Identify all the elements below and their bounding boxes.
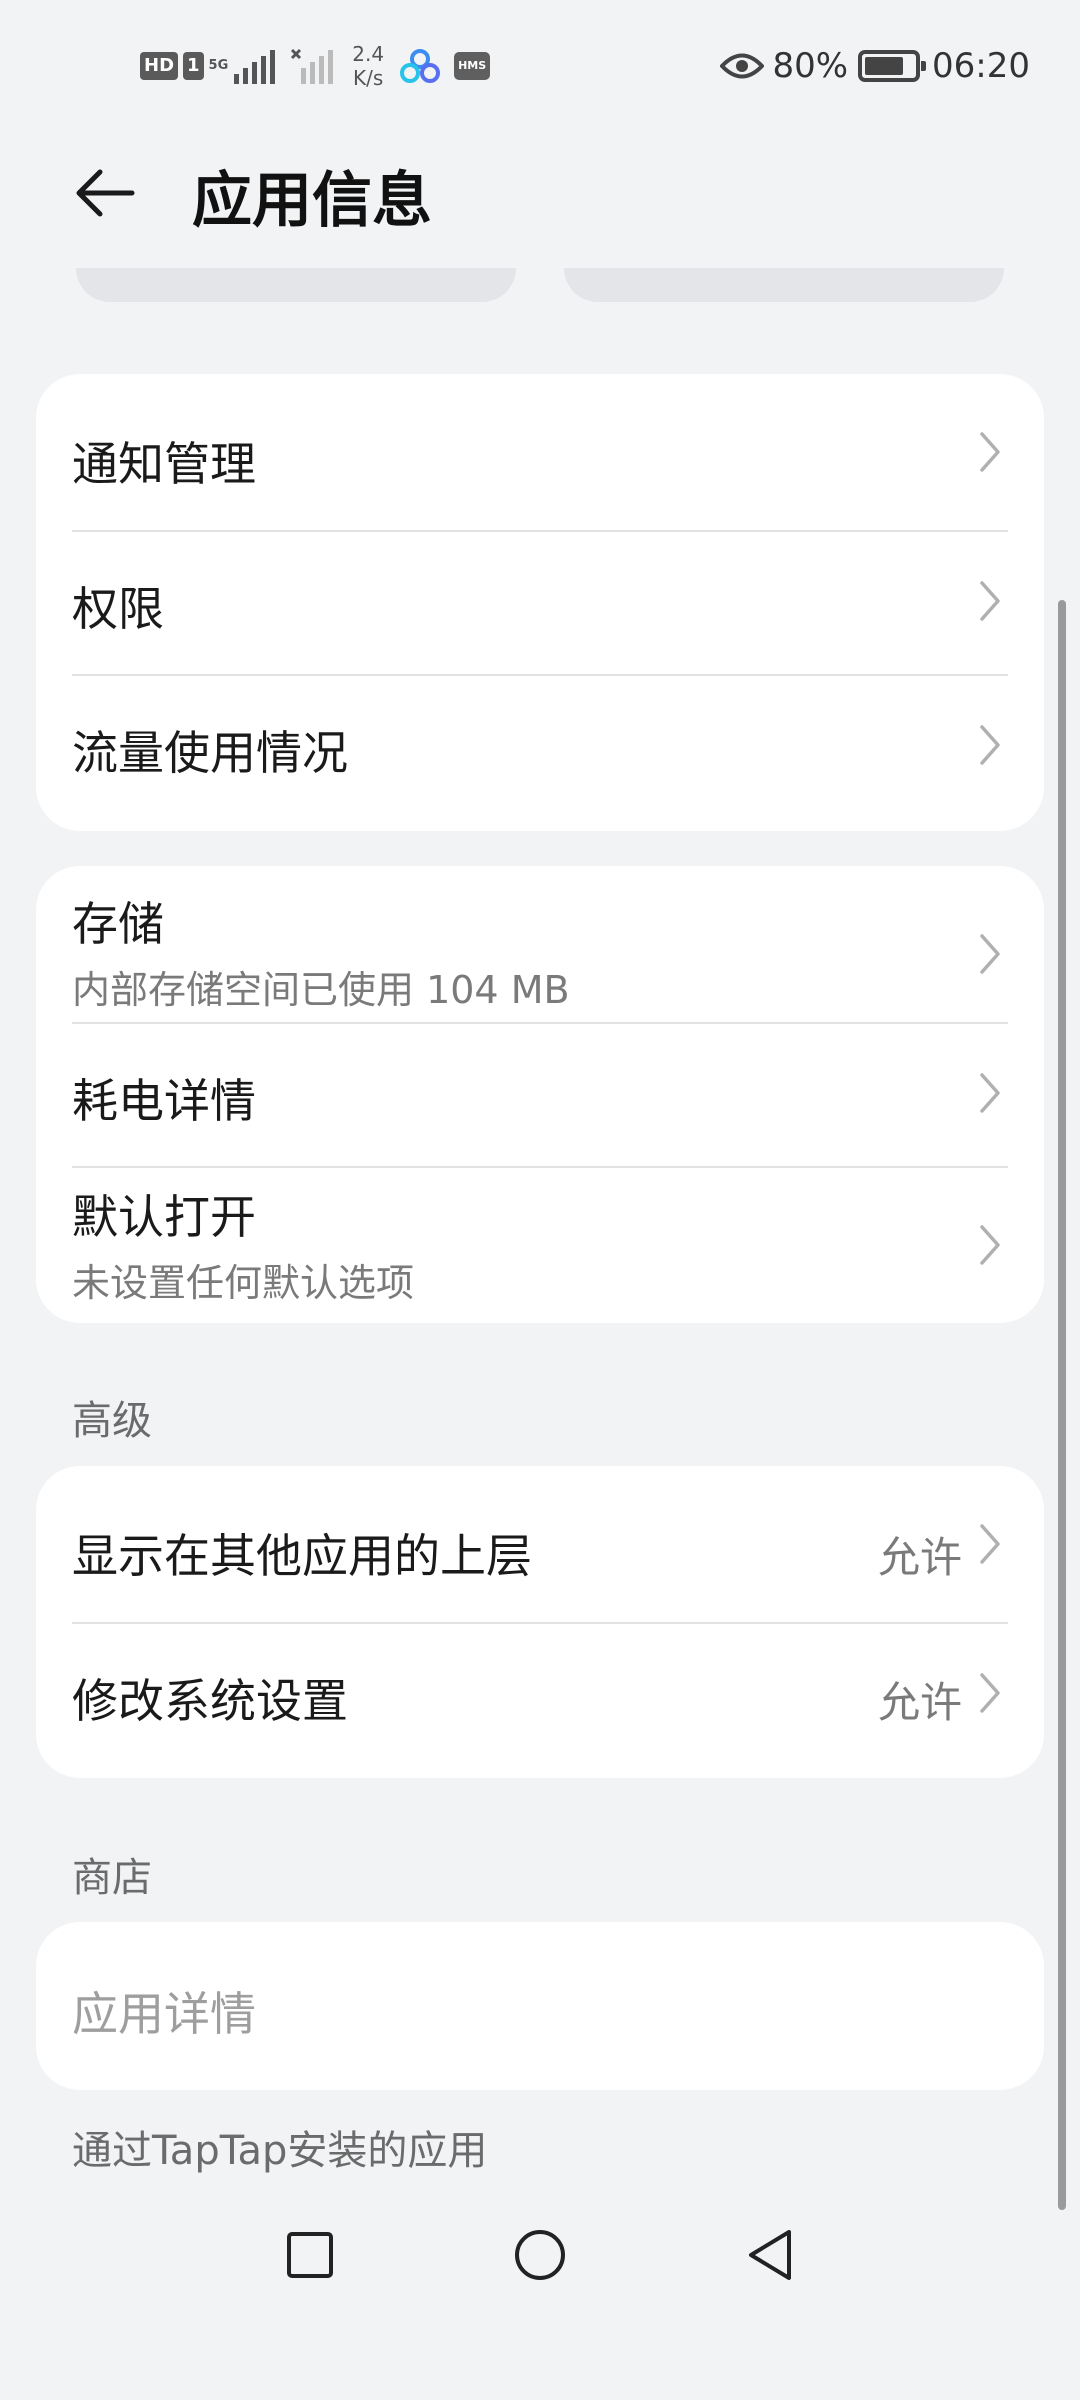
partial-button-right[interactable] (564, 268, 1004, 302)
settings-group-store: 应用详情 (36, 1922, 1044, 2090)
list-item-storage[interactable]: 存储 内部存储空间已使用 104 MB (36, 866, 1044, 1022)
signal-x-icon (291, 48, 334, 84)
list-item-label: 通知管理 (72, 437, 256, 491)
screen: HD 1 5G 2.4 K/s HMS 80% 06:20 应用信息 通知管理 … (0, 0, 1080, 2400)
net-speed-value: 2.4 (352, 42, 385, 66)
settings-group-storage: 存储 内部存储空间已使用 104 MB 耗电详情 默认打开 未设置任何默认选项 (36, 866, 1044, 1323)
chevron-right-icon (980, 1225, 1000, 1265)
chevron-right-icon (980, 1073, 1000, 1113)
list-item-data-usage[interactable]: 流量使用情况 (36, 675, 1044, 831)
list-item-label: 流量使用情况 (72, 726, 348, 780)
hd-icon: HD (140, 52, 179, 80)
list-item-value: 允许 (877, 1533, 962, 1582)
signal-icon (234, 50, 276, 84)
chevron-right-icon (980, 725, 1000, 765)
battery-icon (858, 50, 927, 82)
status-left: HD 1 5G 2.4 K/s HMS (140, 42, 491, 90)
section-title-advanced: 高级 (72, 1398, 152, 1444)
store-footer-text: 通过TapTap安装的应用 (72, 2128, 488, 2174)
chevron-right-icon (980, 581, 1000, 621)
settings-group-advanced: 显示在其他应用的上层 允许 修改系统设置 允许 (36, 1466, 1044, 1778)
chevron-right-icon (980, 1673, 1000, 1713)
list-item-subtitle: 内部存储空间已使用 104 MB (72, 968, 570, 1012)
list-item-label: 存储 (72, 897, 164, 951)
list-item-app-details: 应用详情 (36, 1922, 1044, 2090)
partial-button-left[interactable] (76, 268, 516, 302)
home-icon[interactable] (513, 2228, 567, 2282)
list-item-open-by-default[interactable]: 默认打开 未设置任何默认选项 (36, 1167, 1044, 1323)
list-item-label: 默认打开 (72, 1190, 256, 1244)
list-item-notification[interactable]: 通知管理 (36, 374, 1044, 530)
list-item-value: 允许 (877, 1678, 962, 1727)
back-arrow-icon[interactable] (70, 158, 140, 228)
settings-group-main: 通知管理 权限 流量使用情况 (36, 374, 1044, 831)
chevron-right-icon (980, 432, 1000, 472)
net-speed: 2.4 K/s (352, 42, 384, 90)
list-item-subtitle: 未设置任何默认选项 (72, 1261, 415, 1305)
status-right: 80% 06:20 (720, 42, 1030, 90)
net-speed-unit: K/s (353, 66, 384, 90)
list-item-label: 显示在其他应用的上层 (72, 1529, 532, 1583)
battery-percent: 80% (772, 46, 849, 86)
list-item-label: 应用详情 (72, 1987, 256, 2041)
page-title: 应用信息 (192, 166, 432, 236)
section-title-store: 商店 (72, 1855, 152, 1901)
list-item-modify-system-settings[interactable]: 修改系统设置 允许 (36, 1623, 1044, 1778)
scrollbar[interactable] (1058, 600, 1066, 2210)
chevron-right-icon (980, 934, 1000, 974)
cloud-app-icon (400, 49, 441, 83)
recent-apps-icon[interactable] (285, 2230, 335, 2280)
back-nav-icon[interactable] (745, 2228, 795, 2282)
battery-level-fill (865, 57, 904, 75)
list-item-label: 修改系统设置 (72, 1674, 348, 1728)
net-type-label: 5G (208, 58, 229, 73)
status-bar: HD 1 5G 2.4 K/s HMS 80% 06:20 (0, 0, 1080, 130)
list-item-display-over-apps[interactable]: 显示在其他应用的上层 允许 (36, 1466, 1044, 1622)
list-item-power-usage[interactable]: 耗电详情 (36, 1023, 1044, 1166)
list-item-permissions[interactable]: 权限 (36, 531, 1044, 674)
list-item-label: 权限 (72, 582, 164, 636)
hms-icon: HMS (454, 52, 491, 80)
eye-icon (720, 53, 765, 79)
clock: 06:20 (932, 46, 1030, 86)
sim-icon: 1 (183, 52, 204, 80)
chevron-right-icon (980, 1524, 1000, 1564)
app-bar: 应用信息 (0, 140, 1080, 240)
list-item-label: 耗电详情 (72, 1074, 256, 1128)
